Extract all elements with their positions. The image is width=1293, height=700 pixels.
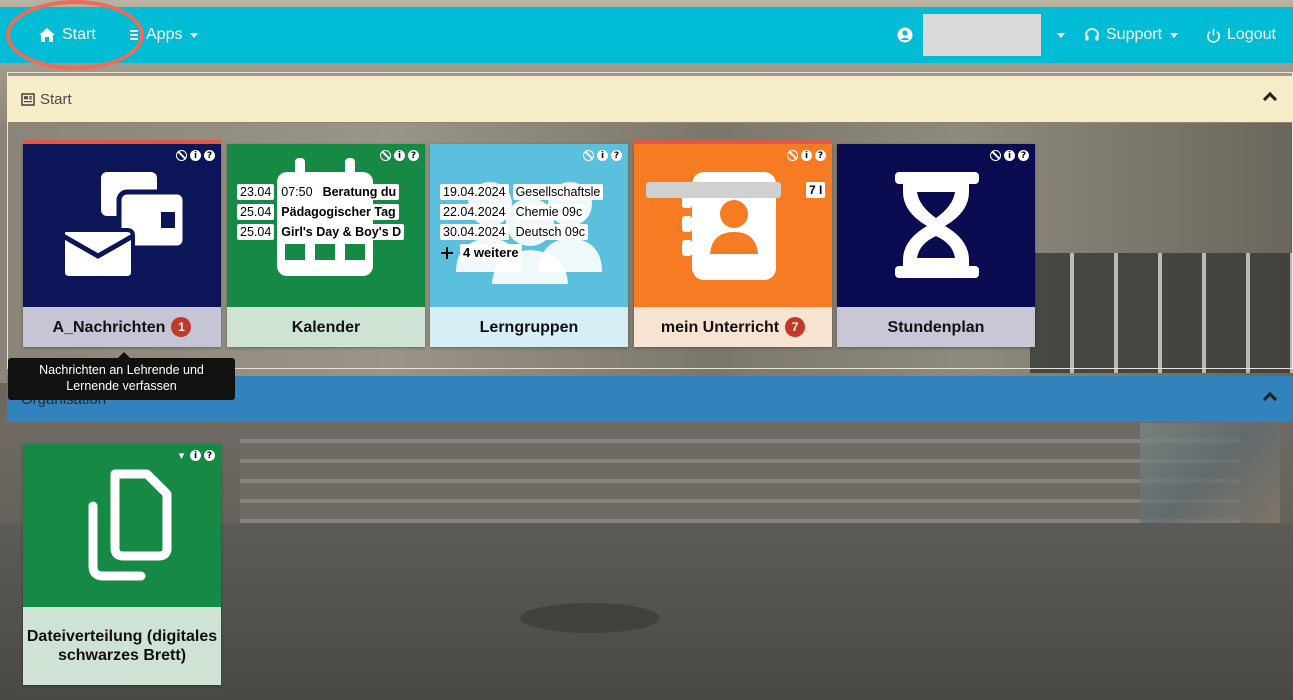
entry-date: 30.04.2024 bbox=[440, 224, 509, 240]
tile-mein-unterricht[interactable]: i ? 7 I mein Unterricht 7 bbox=[634, 140, 832, 347]
entry-subject: Gesellschaftsle bbox=[512, 184, 604, 200]
user-name-redacted bbox=[923, 14, 1041, 56]
hourglass-icon bbox=[895, 172, 979, 278]
tile-label: Lerngruppen bbox=[479, 318, 579, 336]
help-icon[interactable]: ? bbox=[611, 150, 622, 161]
tile-label: mein Unterricht bbox=[660, 318, 780, 336]
tile-label: Stundenplan bbox=[887, 318, 985, 336]
entry-date: 22.04.2024 bbox=[440, 204, 509, 220]
chevron-down-icon bbox=[190, 32, 199, 38]
tile-label: Dateiverteilung (digitales schwarzes Bre… bbox=[26, 628, 218, 664]
entry-date: 19.04.2024 bbox=[440, 184, 509, 200]
tile-stundenplan[interactable]: i ? Stundenplan bbox=[837, 144, 1035, 347]
tile-lerngruppen[interactable]: i ? 19.04.2024 Gesellschaftsle 22.04.202… bbox=[430, 144, 628, 347]
contact-book-icon bbox=[682, 172, 776, 280]
nav-start[interactable]: Start bbox=[38, 7, 96, 63]
event-title: Beratung du bbox=[319, 184, 400, 200]
hide-icon[interactable] bbox=[583, 150, 594, 161]
event-title: Girl's Day & Boy's D bbox=[278, 224, 405, 240]
info-icon[interactable]: i bbox=[597, 150, 608, 161]
group-entry[interactable]: 19.04.2024 Gesellschaftsle bbox=[440, 184, 624, 200]
graffiti-wall bbox=[1140, 423, 1280, 523]
nav-start-label: Start bbox=[62, 26, 96, 43]
chevron-down-icon bbox=[1057, 32, 1065, 38]
event-title: Pädagogischer Tag bbox=[278, 204, 399, 220]
home-icon bbox=[39, 28, 55, 42]
tooltip-nachrichten: Nachrichten an Lehrende und Lernende ver… bbox=[8, 352, 235, 400]
user-circle-icon bbox=[897, 27, 913, 43]
tile-nachrichten[interactable]: i ? A_Nachrichten 1 bbox=[23, 140, 221, 347]
count-badge: 7 bbox=[785, 317, 806, 337]
group-entry[interactable]: 30.04.2024 Deutsch 09c bbox=[440, 224, 624, 240]
pin-icon[interactable]: ▾ bbox=[176, 449, 187, 462]
copy-icon bbox=[88, 469, 172, 581]
top-navbar: Start Apps Support Logout bbox=[0, 7, 1293, 63]
envelope-icon bbox=[61, 172, 188, 280]
help-icon[interactable]: ? bbox=[1018, 150, 1029, 161]
plus-icon bbox=[440, 246, 454, 260]
event-date: 25.04 bbox=[237, 224, 275, 240]
info-icon[interactable]: i bbox=[190, 150, 201, 161]
more-entries-link[interactable]: 4 weitere bbox=[440, 244, 624, 261]
tile-label: Kalender bbox=[291, 318, 361, 336]
nav-apps[interactable]: Apps bbox=[128, 7, 199, 63]
chevron-down-icon bbox=[1170, 32, 1179, 38]
entry-subject: Deutsch 09c bbox=[512, 224, 589, 240]
hide-icon[interactable] bbox=[787, 150, 798, 161]
info-icon[interactable]: i bbox=[190, 450, 201, 461]
entry-count-chip: 7 I bbox=[806, 182, 826, 198]
info-icon[interactable]: i bbox=[1004, 150, 1015, 161]
puddle bbox=[520, 603, 660, 633]
nav-support-label: Support bbox=[1106, 26, 1163, 43]
headset-icon bbox=[1085, 28, 1099, 41]
info-icon[interactable]: i bbox=[801, 150, 812, 161]
more-entries-label: 4 weitere bbox=[460, 244, 522, 261]
tile-kalender[interactable]: i ? 23.04 07:50 Beratung du 25.04 Pädago… bbox=[227, 144, 425, 347]
calendar-event[interactable]: 25.04 Pädagogischer Tag bbox=[237, 204, 421, 220]
group-entry[interactable]: 22.04.2024 Chemie 09c bbox=[440, 204, 624, 220]
hide-icon[interactable] bbox=[990, 150, 1001, 161]
nav-apps-label: Apps bbox=[146, 26, 183, 43]
redacted-entry bbox=[646, 182, 781, 198]
event-date: 23.04 bbox=[237, 184, 275, 200]
start-panel-header[interactable]: Start bbox=[7, 76, 1293, 122]
tile-label: A_Nachrichten bbox=[52, 318, 166, 336]
help-icon[interactable]: ? bbox=[204, 450, 215, 461]
calendar-event[interactable]: 23.04 07:50 Beratung du bbox=[237, 184, 421, 200]
power-icon bbox=[1207, 28, 1220, 43]
chevron-up-icon[interactable] bbox=[1262, 91, 1278, 107]
help-icon[interactable]: ? bbox=[408, 150, 419, 161]
start-panel-title: Start bbox=[40, 90, 72, 108]
entry-subject: Chemie 09c bbox=[512, 204, 586, 220]
help-icon[interactable]: ? bbox=[204, 150, 215, 161]
nav-logout-label: Logout bbox=[1227, 26, 1276, 43]
nav-user-menu[interactable] bbox=[897, 7, 1065, 63]
unread-badge: 1 bbox=[171, 317, 192, 337]
chevron-up-icon[interactable] bbox=[1262, 391, 1278, 407]
event-time: 07:50 bbox=[278, 184, 316, 200]
info-icon[interactable]: i bbox=[394, 150, 405, 161]
newspaper-icon bbox=[21, 92, 35, 106]
nav-support[interactable]: Support bbox=[1084, 7, 1179, 63]
help-icon[interactable]: ? bbox=[815, 150, 826, 161]
list-icon bbox=[130, 30, 138, 40]
hide-icon[interactable] bbox=[176, 150, 187, 161]
calendar-event[interactable]: 25.04 Girl's Day & Boy's D bbox=[237, 224, 421, 240]
hide-icon[interactable] bbox=[380, 150, 391, 161]
tile-dateiverteilung[interactable]: ▾ i ? Dateiverteilung (digitales schwarz… bbox=[23, 444, 221, 685]
nav-logout[interactable]: Logout bbox=[1206, 7, 1276, 63]
event-date: 25.04 bbox=[237, 204, 275, 220]
